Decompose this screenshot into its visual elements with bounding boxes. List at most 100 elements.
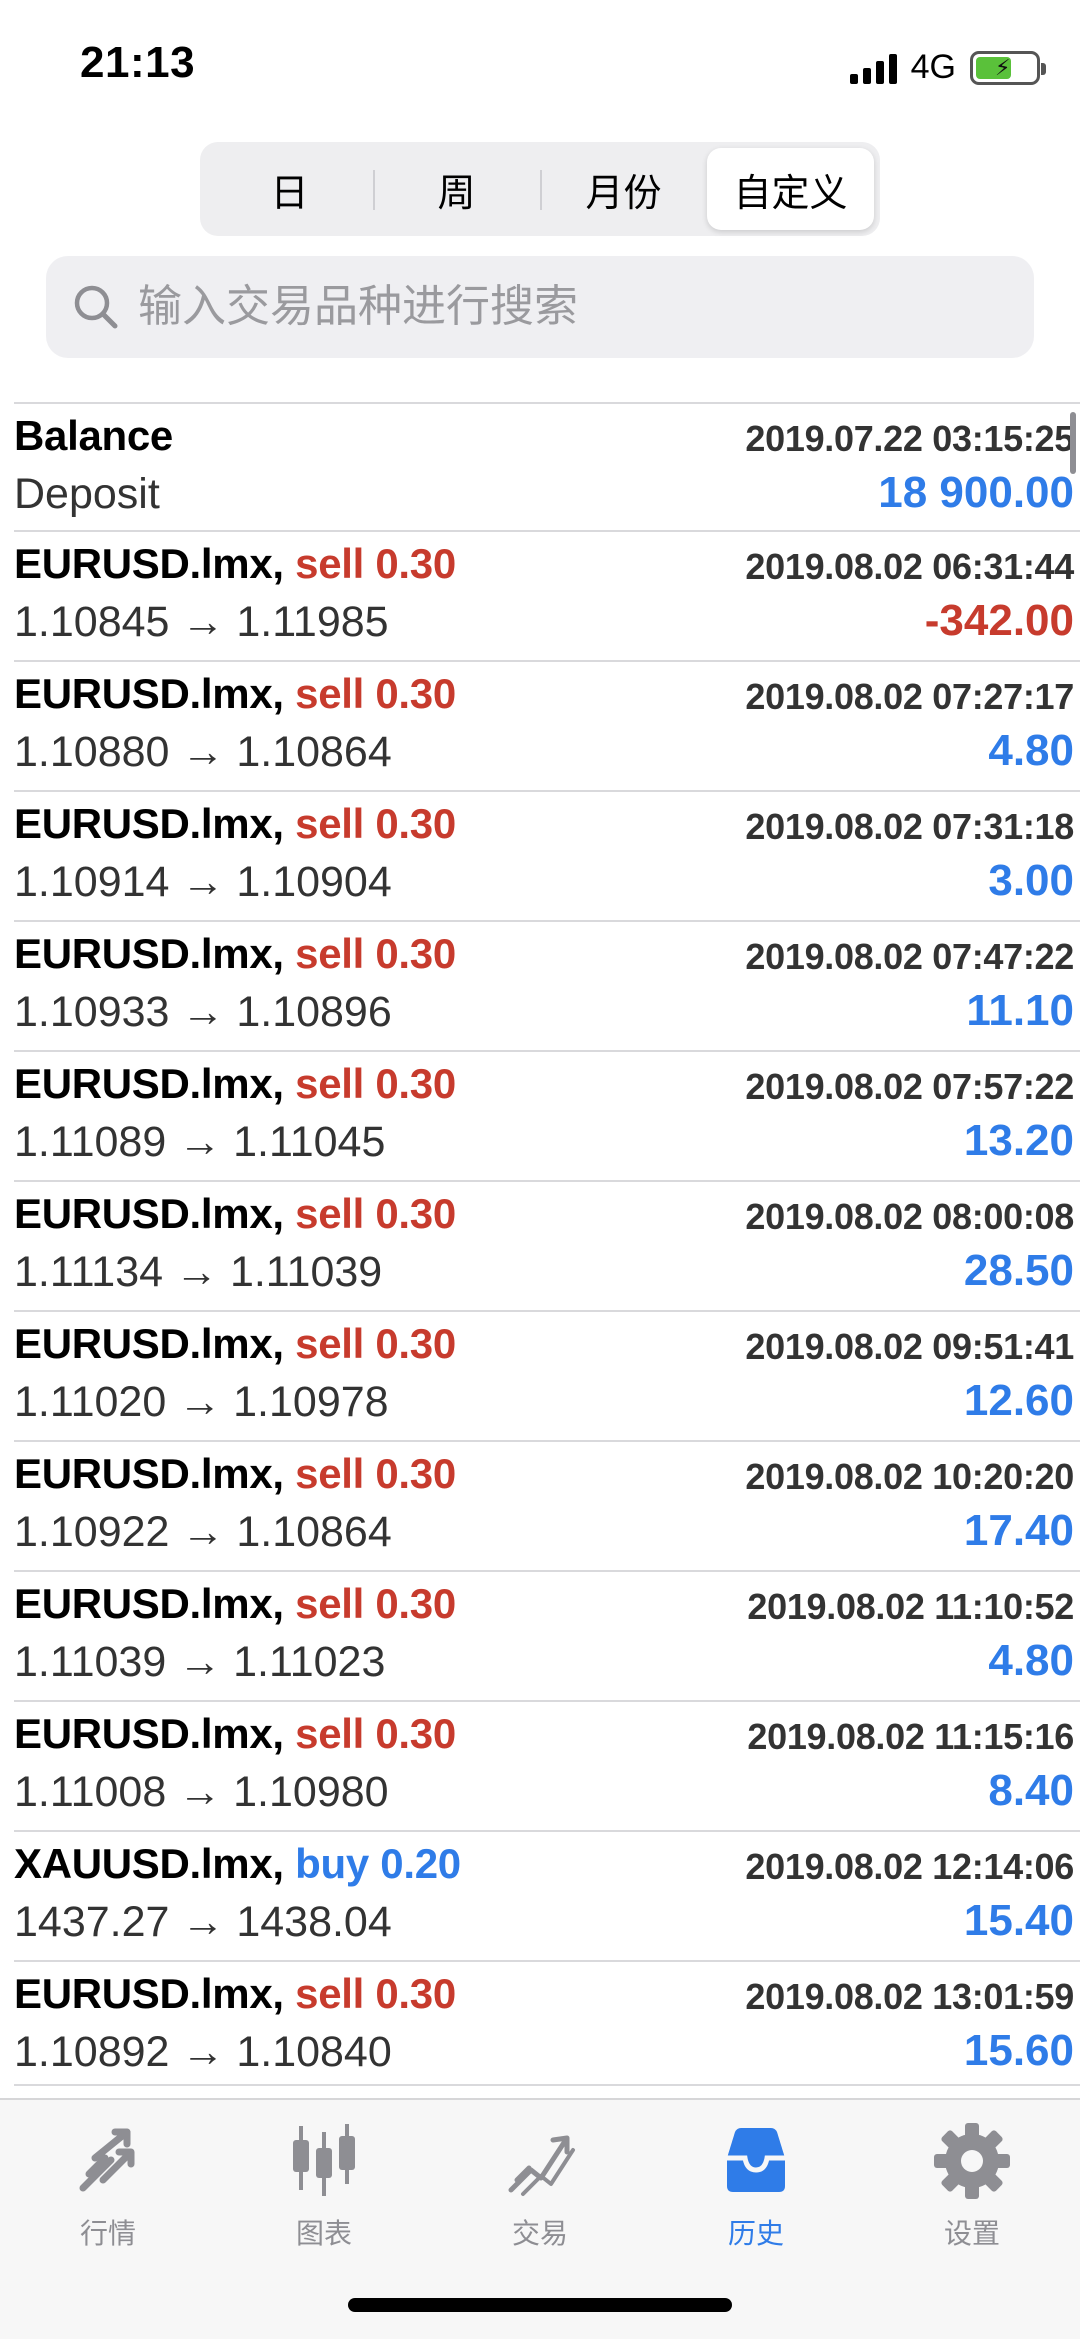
- deal-row[interactable]: EURUSD.lmx, sell 0.30 1.10845 → 1.11985 20…: [14, 530, 1080, 660]
- deal-profit: 15.60: [963, 2026, 1074, 2075]
- segment-month[interactable]: 月份: [540, 148, 707, 230]
- tab-label: 设置: [943, 2218, 1000, 2249]
- deal-symbol: EURUSD.lmx,: [14, 1970, 284, 2017]
- deal-side-volume: sell 0.30: [295, 1450, 456, 1497]
- chart-icon: [293, 2124, 355, 2196]
- deal-profit: 28.50: [963, 1246, 1074, 1295]
- network-type: 4G: [910, 48, 956, 86]
- deal-row[interactable]: EURUSD.lmx, sell 0.30 1.10922 → 1.10864 20…: [14, 1440, 1080, 1570]
- deal-symbol: EURUSD.lmx,: [14, 1060, 284, 1107]
- list-divider: [14, 2084, 1080, 2086]
- deal-row[interactable]: EURUSD.lmx, sell 0.30 1.11008 → 1.10980 20…: [14, 1700, 1080, 1830]
- deal-prices: 1.11039 → 1.11023: [14, 1638, 386, 1686]
- deal-date: 2019.08.02 07:47:22: [745, 936, 1074, 977]
- deal-comment: Deposit: [14, 470, 160, 518]
- search-bar[interactable]: [46, 256, 1034, 358]
- deal-row[interactable]: EURUSD.lmx, sell 0.30 1.11039 → 1.11023 20…: [14, 1570, 1080, 1700]
- deal-side-volume: sell 0.30: [295, 930, 456, 977]
- deal-symbol: EURUSD.lmx,: [14, 1320, 284, 1367]
- search-input[interactable]: [138, 282, 1018, 332]
- tab-label: 图表: [295, 2218, 352, 2249]
- deal-date: 2019.08.02 11:10:52: [747, 1586, 1074, 1627]
- deal-row[interactable]: EURUSD.lmx, sell 0.30 1.11134 → 1.11039 20…: [14, 1180, 1080, 1310]
- deal-prices: 1437.27 → 1438.04: [14, 1898, 392, 1946]
- status-time: 21:13: [80, 38, 196, 87]
- deal-profit: 4.80: [988, 726, 1074, 775]
- deal-row[interactable]: EURUSD.lmx, sell 0.30 1.10914 → 1.10904 20…: [14, 790, 1080, 920]
- deal-row[interactable]: EURUSD.lmx, sell 0.30 1.10933 → 1.10896 20…: [14, 920, 1080, 1050]
- deal-date: 2019.08.02 07:27:17: [745, 676, 1074, 717]
- balance-row[interactable]: Balance Deposit 2019.07.22 03:15:25 18 900.…: [14, 402, 1080, 530]
- segment-day[interactable]: 日: [206, 148, 373, 230]
- deal-title: EURUSD.lmx, sell 0.30: [14, 800, 456, 848]
- status-indicators: 4G ⚡: [849, 48, 1046, 87]
- quotes-icon: [79, 2128, 135, 2192]
- deal-profit: 17.40: [963, 1506, 1074, 1555]
- deal-title: XAUUSD.lmx, buy 0.20: [14, 1840, 461, 1888]
- deal-title: EURUSD.lmx, sell 0.30: [14, 1450, 456, 1498]
- deal-profit: 15.40: [963, 1896, 1074, 1945]
- deal-title: EURUSD.lmx, sell 0.30: [14, 1970, 456, 2018]
- scroll-indicator[interactable]: [1070, 412, 1076, 474]
- deal-profit: -342.00: [924, 596, 1074, 645]
- deal-title: EURUSD.lmx, sell 0.30: [14, 930, 456, 978]
- deal-prices: 1.10933 → 1.10896: [14, 988, 392, 1036]
- deal-date: 2019.08.02 08:00:08: [745, 1196, 1074, 1237]
- settings-icon: [934, 2123, 1010, 2199]
- status-bar: 21:13 4G ⚡: [0, 0, 1080, 130]
- deal-date: 2019.08.02 12:14:06: [745, 1846, 1074, 1887]
- deal-prices: 1.10880 → 1.10864: [14, 728, 392, 776]
- deal-row[interactable]: EURUSD.lmx, sell 0.30 1.11020 → 1.10978 20…: [14, 1310, 1080, 1440]
- charging-bolt-icon: ⚡: [995, 54, 1011, 80]
- search-icon: [74, 285, 118, 329]
- tab-history[interactable]: 历史: [648, 2118, 864, 2252]
- deal-symbol: XAUUSD.lmx,: [14, 1840, 284, 1887]
- deal-symbol: EURUSD.lmx,: [14, 1580, 284, 1627]
- history-list: Balance Deposit 2019.07.22 03:15:25 18 900.…: [14, 402, 1080, 2090]
- deal-symbol: EURUSD.lmx,: [14, 540, 284, 587]
- deal-date: 2019.08.02 13:01:59: [745, 1976, 1074, 2017]
- history-icon: [727, 2128, 785, 2192]
- cellular-signal-icon: [849, 52, 897, 84]
- deal-prices: 1.10892 → 1.10840: [14, 2028, 392, 2076]
- period-segmented-control: 日 周 月份 自定义: [200, 142, 880, 236]
- deal-row[interactable]: XAUUSD.lmx, buy 0.20 1437.27 → 1438.04 201…: [14, 1830, 1080, 1960]
- tab-chart[interactable]: 图表: [216, 2118, 432, 2252]
- deal-profit: 8.40: [988, 1766, 1074, 1815]
- deal-profit: 13.20: [963, 1116, 1074, 1165]
- deal-date: 2019.08.02 06:31:44: [745, 546, 1074, 587]
- tab-label: 行情: [79, 2218, 136, 2249]
- deal-title: EURUSD.lmx, sell 0.30: [14, 1710, 456, 1758]
- tab-trade[interactable]: 交易: [432, 2118, 648, 2252]
- tab-quotes[interactable]: 行情: [0, 2118, 216, 2252]
- deal-prices: 1.11020 → 1.10978: [14, 1378, 389, 1426]
- deal-symbol: EURUSD.lmx,: [14, 1710, 284, 1757]
- deal-title: EURUSD.lmx, sell 0.30: [14, 1060, 456, 1108]
- deal-date: 2019.07.22 03:15:25: [745, 418, 1074, 459]
- battery-icon: ⚡: [970, 50, 1046, 85]
- deal-side-volume: sell 0.30: [295, 1970, 456, 2017]
- deal-prices: 1.11008 → 1.10980: [14, 1768, 389, 1816]
- deal-row[interactable]: EURUSD.lmx, sell 0.30 1.10892 → 1.10840 20…: [14, 1960, 1080, 2090]
- segment-week[interactable]: 周: [373, 148, 540, 230]
- deal-date: 2019.08.02 07:31:18: [745, 806, 1074, 847]
- deal-title: EURUSD.lmx, sell 0.30: [14, 1190, 456, 1238]
- deal-title: EURUSD.lmx, sell 0.30: [14, 540, 456, 588]
- deal-symbol: EURUSD.lmx,: [14, 1450, 284, 1497]
- deal-side-volume: sell 0.30: [295, 1060, 456, 1107]
- deal-symbol: EURUSD.lmx,: [14, 930, 284, 977]
- trade-icon: [508, 2135, 575, 2196]
- deal-row[interactable]: EURUSD.lmx, sell 0.30 1.10880 → 1.10864 20…: [14, 660, 1080, 790]
- deal-side-volume: sell 0.30: [295, 540, 456, 587]
- deal-side-volume: sell 0.30: [295, 1580, 456, 1627]
- deal-date: 2019.08.02 10:20:20: [745, 1456, 1074, 1497]
- deal-row[interactable]: EURUSD.lmx, sell 0.30 1.11089 → 1.11045 20…: [14, 1050, 1080, 1180]
- deal-title: EURUSD.lmx, sell 0.30: [14, 1580, 456, 1628]
- deal-type-label: Balance: [14, 412, 173, 459]
- tab-settings[interactable]: 设置: [864, 2118, 1080, 2252]
- deal-profit: 11.10: [966, 986, 1074, 1035]
- deal-prices: 1.11089 → 1.11045: [14, 1118, 386, 1166]
- segment-custom[interactable]: 自定义: [707, 148, 874, 230]
- deal-profit: 3.00: [988, 856, 1074, 905]
- deal-symbol: EURUSD.lmx,: [14, 800, 284, 847]
